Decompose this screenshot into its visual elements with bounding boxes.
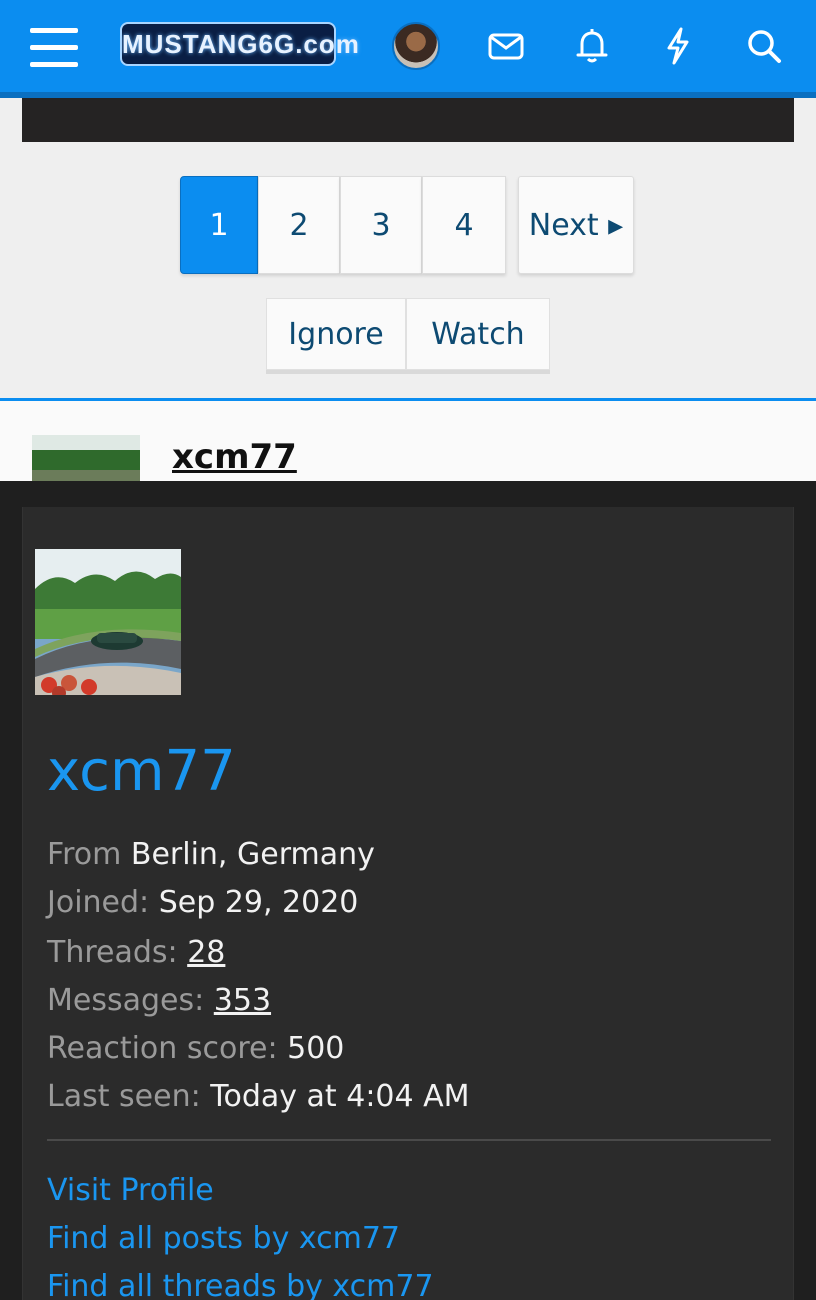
last-seen-value: Today at 4:04 AM — [210, 1079, 470, 1114]
last-seen-label: Last seen: — [47, 1079, 201, 1114]
member-avatar[interactable] — [35, 549, 181, 695]
location-value: Berlin, Germany — [130, 837, 375, 872]
search-icon[interactable] — [744, 26, 784, 66]
post-author-avatar[interactable] — [32, 435, 140, 485]
visit-profile-link[interactable]: Visit Profile — [47, 1173, 214, 1208]
page-1-button[interactable]: 1 — [180, 176, 258, 274]
member-last-seen-row: Last seen: Today at 4:04 AM — [47, 1079, 470, 1114]
member-card: xcm77 From Berlin, Germany Joined: Sep 2… — [22, 507, 794, 1300]
member-location-row: From Berlin, Germany — [47, 837, 375, 872]
reaction-label: Reaction score: — [47, 1031, 278, 1066]
bell-icon[interactable] — [572, 26, 612, 66]
user-avatar[interactable] — [392, 22, 440, 70]
page-3-button[interactable]: 3 — [340, 176, 422, 274]
lightning-icon[interactable] — [658, 26, 698, 66]
member-tooltip-overlay: xcm77 From Berlin, Germany Joined: Sep 2… — [0, 481, 816, 1300]
page-2-button[interactable]: 2 — [258, 176, 340, 274]
find-threads-link[interactable]: Find all threads by xcm77 — [47, 1269, 434, 1300]
envelope-icon[interactable] — [486, 26, 526, 66]
location-label: From — [47, 837, 122, 872]
threads-label: Threads: — [47, 935, 178, 970]
watch-button[interactable]: Watch — [406, 298, 550, 370]
member-messages-row: Messages: 353 — [47, 983, 271, 1018]
embedded-media-bottom — [22, 92, 794, 142]
top-nav-bar: MUSTANG6G.com — [0, 0, 816, 98]
next-page-button[interactable]: Next ▸ — [518, 176, 634, 274]
joined-label: Joined: — [47, 885, 150, 920]
messages-label: Messages: — [47, 983, 205, 1018]
member-username[interactable]: xcm77 — [47, 739, 236, 804]
joined-value: Sep 29, 2020 — [158, 885, 359, 920]
find-posts-link[interactable]: Find all posts by xcm77 — [47, 1221, 400, 1256]
ignore-button[interactable]: Ignore — [266, 298, 406, 370]
messages-count-link[interactable]: 353 — [214, 983, 271, 1018]
site-logo[interactable]: MUSTANG6G.com — [120, 22, 359, 66]
member-reaction-row: Reaction score: 500 — [47, 1031, 344, 1066]
post-header: xcm77 — [0, 398, 816, 485]
page-4-button[interactable]: 4 — [422, 176, 506, 274]
reaction-value: 500 — [287, 1031, 345, 1066]
hamburger-menu-icon[interactable] — [30, 28, 82, 68]
threads-count-link[interactable]: 28 — [187, 935, 225, 970]
member-joined-row: Joined: Sep 29, 2020 — [47, 885, 358, 920]
member-threads-row: Threads: 28 — [47, 935, 225, 970]
card-divider — [47, 1139, 771, 1141]
post-author-name[interactable]: xcm77 — [172, 437, 297, 477]
